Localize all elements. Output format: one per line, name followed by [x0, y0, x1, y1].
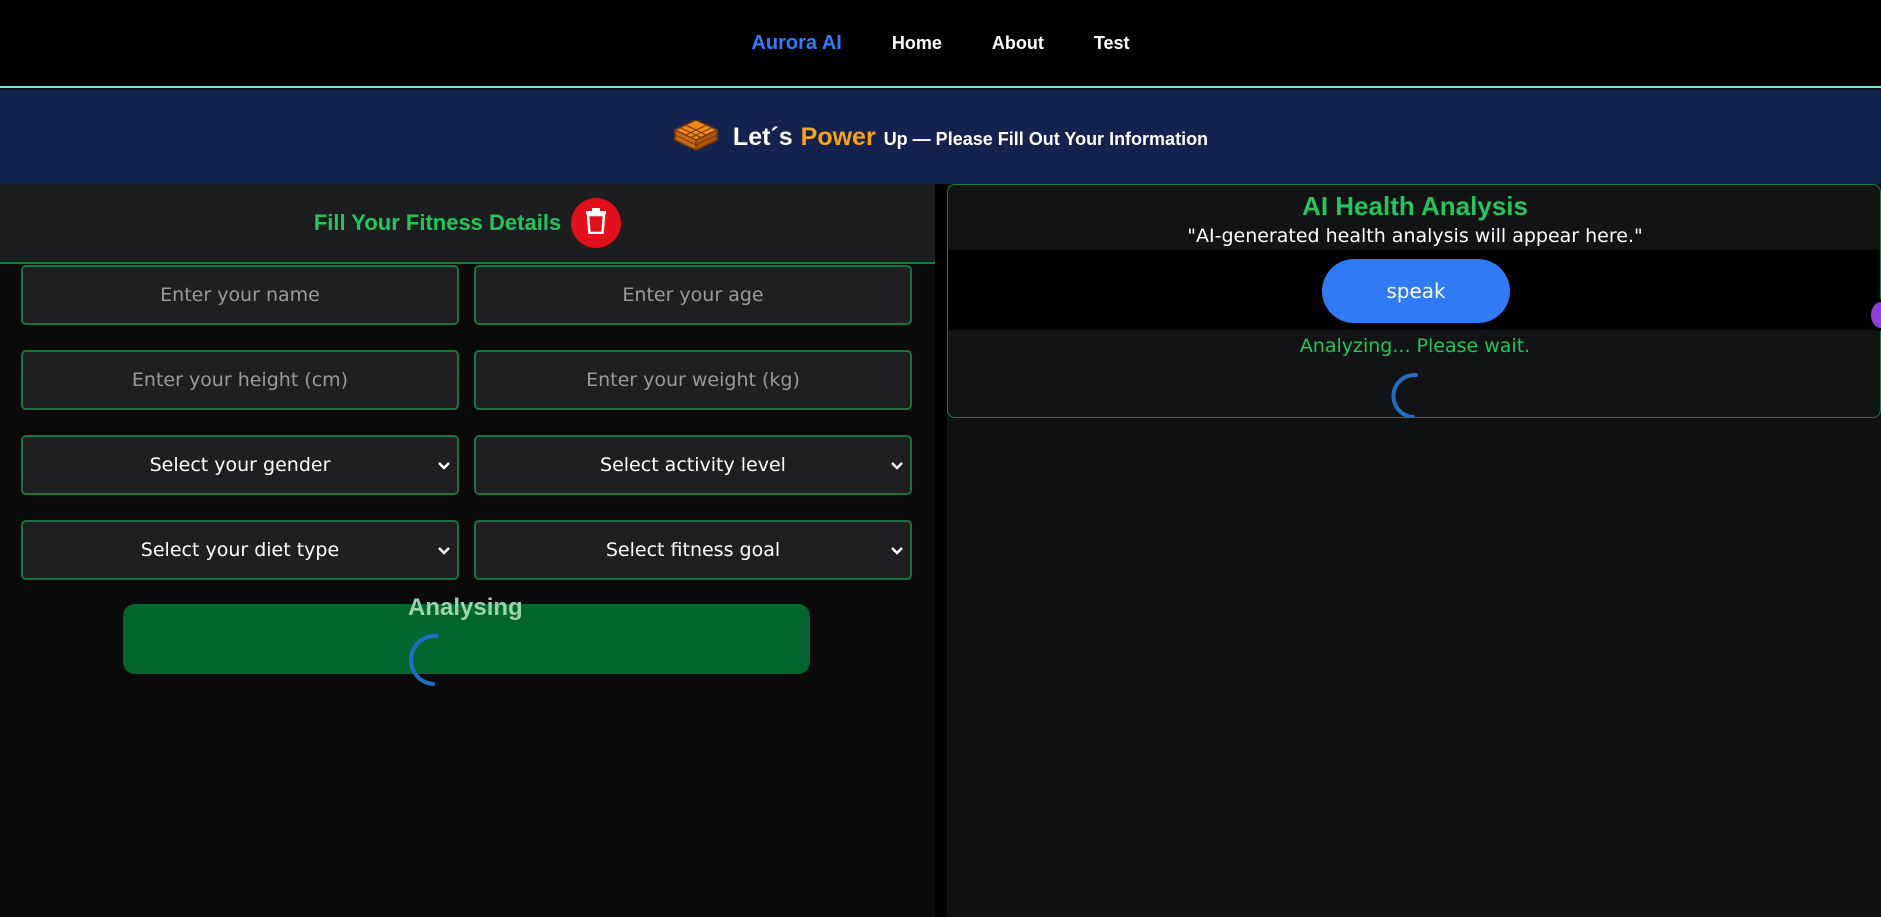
nav-links: Aurora AI Home About Test	[751, 32, 1129, 55]
speak-button[interactable]: speak	[1322, 259, 1510, 323]
nav-link-about[interactable]: About	[992, 33, 1044, 54]
banner-lets: Let´s	[732, 122, 793, 151]
loading-spinner-icon	[405, 632, 461, 688]
age-input[interactable]: Enter your age	[474, 265, 912, 325]
trash-icon	[585, 207, 607, 239]
hero-banner: Let´s Power Up — Please Fill Out Your In…	[0, 90, 1881, 184]
diet-select[interactable]: Select your diet type	[21, 520, 459, 580]
activity-select-label: Select activity level	[600, 454, 786, 476]
top-navbar: Aurora AI Home About Test	[0, 0, 1881, 88]
form-header: Fill Your Fitness Details	[0, 184, 935, 264]
nav-link-test[interactable]: Test	[1094, 33, 1130, 54]
chevron-down-icon	[437, 454, 451, 476]
nav-link-home[interactable]: Home	[892, 33, 942, 54]
weight-input[interactable]: Enter your weight (kg)	[474, 350, 912, 410]
analysis-panel: AI Health Analysis "AI-generated health …	[947, 184, 1881, 917]
name-input[interactable]: Enter your name	[21, 265, 459, 325]
panel-divider	[935, 184, 947, 917]
loading-spinner-icon	[1388, 371, 1438, 417]
chevron-down-icon	[437, 539, 451, 561]
chevron-down-icon	[890, 454, 904, 476]
fitness-form-panel: Fill Your Fitness Details Enter your nam…	[0, 184, 935, 917]
goal-select-label: Select fitness goal	[605, 539, 781, 561]
banner-heading: Let´s Power Up — Please Fill Out Your In…	[733, 123, 1208, 152]
chevron-down-icon	[890, 539, 904, 561]
brand-logo[interactable]: Aurora AI	[751, 32, 841, 55]
analysis-status: Analyzing... Please wait.	[1299, 335, 1531, 357]
clear-form-button[interactable]	[571, 198, 622, 248]
analysis-title: AI Health Analysis	[1302, 191, 1528, 221]
gender-select[interactable]: Select your gender	[21, 435, 459, 495]
banner-power: Power	[800, 122, 876, 151]
goal-select[interactable]: Select fitness goal	[474, 520, 912, 580]
height-input[interactable]: Enter your height (cm)	[21, 350, 459, 410]
form-title: Fill Your Fitness Details	[313, 210, 562, 235]
analysis-card: AI Health Analysis "AI-generated health …	[947, 184, 1881, 418]
banner-subtitle: Up — Please Fill Out Your Information	[883, 128, 1209, 149]
diet-select-label: Select your diet type	[140, 539, 340, 561]
bricks-icon	[673, 118, 719, 157]
analysis-placeholder-text: "AI-generated health analysis will appea…	[1187, 225, 1643, 247]
analyse-button-label: Analysing	[408, 594, 523, 621]
gender-select-label: Select your gender	[149, 454, 331, 476]
activity-select[interactable]: Select activity level	[474, 435, 912, 495]
